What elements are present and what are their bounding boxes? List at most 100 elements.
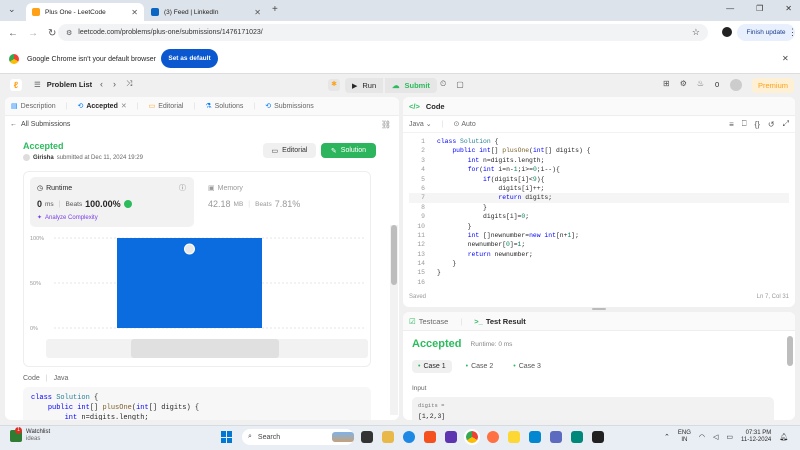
debug-icon[interactable]: ✱ <box>328 79 340 91</box>
linkedin-favicon-icon <box>151 8 159 16</box>
back-icon[interactable]: ← <box>8 28 18 39</box>
scrollbar-thumb[interactable] <box>391 225 397 285</box>
folder-icon[interactable] <box>508 431 520 443</box>
language-select[interactable]: Java ⌄ <box>409 120 432 129</box>
run-button[interactable]: ▶ Run <box>345 78 384 93</box>
battery-icon[interactable]: ▭ <box>726 433 733 441</box>
case-tab-3[interactable]: • Case 3 <box>507 360 547 373</box>
user-avatar[interactable] <box>730 79 742 91</box>
chrome-taskbar-icon[interactable] <box>464 429 480 445</box>
runtime-card[interactable]: ◷ Runtime ⓘ 0 ms | Beats 100.00% ✦ Analyze… <box>30 177 194 227</box>
edge-icon[interactable] <box>403 431 415 443</box>
notification-bell-icon[interactable]: 🔔︎ <box>779 433 788 441</box>
mode-label: Auto <box>461 120 476 128</box>
terminal-icon: >_ <box>474 316 483 326</box>
author-name[interactable]: Girisha <box>33 155 54 161</box>
chevron-up-icon[interactable]: ⌃ <box>664 433 670 441</box>
maximize-icon[interactable]: ❐ <box>756 4 763 13</box>
case-tab-1[interactable]: • Case 1 <box>412 360 452 373</box>
taskbar-search[interactable]: ⌕ Search <box>242 429 354 445</box>
result-scrollbar-thumb[interactable] <box>787 336 793 366</box>
set-as-default-button[interactable]: Set as default <box>161 49 218 68</box>
close-icon[interactable]: ✕ <box>131 8 138 17</box>
editorial-button[interactable]: ▭ Editorial <box>263 143 316 158</box>
wifi-icon[interactable]: ◠ <box>699 433 705 441</box>
all-submissions-link[interactable]: ← All Submissions <box>10 121 70 128</box>
chevron-down-icon: ⌄ <box>425 121 432 128</box>
prev-problem-icon[interactable]: ‹ <box>100 79 103 89</box>
tab-submissions[interactable]: ⟲ Submissions <box>265 102 314 111</box>
tab-accepted[interactable]: ⟲ Accepted ✕ <box>77 102 127 111</box>
minimize-icon[interactable]: — <box>726 4 734 13</box>
tab-leetcode[interactable]: Plus One - LeetCode ✕ <box>26 3 144 21</box>
forward-icon[interactable]: → <box>28 28 38 39</box>
reset-icon[interactable]: ↺ <box>768 120 775 129</box>
reload-icon[interactable]: ↻ <box>48 28 56 39</box>
braces-icon[interactable]: {} <box>755 120 760 129</box>
leetcode-logo-icon[interactable]: ℓ <box>10 79 22 91</box>
streak-fire-icon[interactable]: ♨ <box>697 79 704 88</box>
menu-kebab-icon[interactable]: ⋮ <box>788 27 797 38</box>
infobar-message: Google Chrome isn't your default browser <box>27 55 156 63</box>
fullscreen-icon[interactable]: ⤢ <box>783 119 789 129</box>
tab-label: Description <box>20 102 56 110</box>
search-highlight-image <box>332 432 354 442</box>
tab-testcase[interactable]: ☑ Testcase <box>409 317 448 326</box>
tab-linkedin[interactable]: (3) Feed | LinkedIn ✕ <box>145 3 267 21</box>
slider-window[interactable] <box>131 339 279 358</box>
analyze-complexity-link[interactable]: ✦ Analyze Complexity <box>37 214 98 222</box>
site-info-icon[interactable]: ⚙ <box>66 29 72 37</box>
case-tab-2[interactable]: • Case 2 <box>460 360 500 373</box>
bookmark-star-icon[interactable]: ☆ <box>692 27 700 38</box>
code-line: 13 return newnumber; <box>417 250 533 258</box>
memory-label: Memory <box>217 184 243 192</box>
memory-card[interactable]: ▣ Memory 42.18 MB | Beats 7.81% <box>203 177 363 227</box>
watchlist-widget[interactable]: 1 Watchlist ideas <box>10 427 50 443</box>
tab-description[interactable]: ▤ Description <box>11 102 56 111</box>
close-icon[interactable]: ✕ <box>254 8 261 17</box>
auto-mode-toggle[interactable]: ⊙ Auto <box>454 120 476 129</box>
close-window-icon[interactable]: ✕ <box>785 4 792 13</box>
layout-icon[interactable]: ⊞ <box>663 79 670 88</box>
clock[interactable]: 07:31 PM 11-12-2024 <box>741 430 771 444</box>
new-tab-button[interactable]: + <box>272 4 278 15</box>
panel-resize-handle[interactable] <box>592 308 606 310</box>
timer-icon[interactable]: ⏲ <box>440 79 446 89</box>
language-indicator[interactable]: ENG IN <box>678 430 691 444</box>
next-problem-icon[interactable]: › <box>113 79 116 89</box>
tab-search-icon[interactable]: ⌄ <box>8 4 16 15</box>
windows-start-icon[interactable] <box>221 431 233 443</box>
teams-icon[interactable] <box>550 431 562 443</box>
infobar-close-icon[interactable]: ✕ <box>782 54 789 63</box>
omnibox[interactable]: ⚙ leetcode.com/problems/plus-one/submiss… <box>58 24 708 41</box>
outlook-icon[interactable] <box>529 431 541 443</box>
left-scrollbar[interactable] <box>390 225 398 415</box>
file-explorer-icon[interactable] <box>382 431 394 443</box>
profile-avatar[interactable] <box>722 27 732 37</box>
close-tab-icon[interactable]: ✕ <box>121 102 127 110</box>
problem-list-link[interactable]: ☰ Problem List <box>34 80 92 89</box>
volume-icon[interactable]: ◁ <box>713 433 718 441</box>
task-view-icon[interactable] <box>361 431 373 443</box>
finish-update-button[interactable]: Finish update <box>737 24 795 41</box>
wps-icon[interactable] <box>592 431 604 443</box>
tab-editorial[interactable]: ▭ Editorial <box>149 102 184 111</box>
app-icon[interactable] <box>571 431 583 443</box>
submit-button[interactable]: ☁ Submit <box>385 78 437 93</box>
info-icon[interactable]: ⓘ <box>179 183 186 193</box>
settings-gear-icon[interactable]: ⚙ <box>680 79 687 88</box>
office-icon[interactable] <box>424 431 436 443</box>
store-icon[interactable] <box>445 431 457 443</box>
premium-button[interactable]: Premium <box>752 78 794 93</box>
shuffle-icon[interactable]: ⤨ <box>126 79 132 89</box>
solution-button[interactable]: ✎ Solution <box>321 143 376 158</box>
chart-range-slider[interactable] <box>46 339 368 358</box>
link-icon[interactable]: ⛓ <box>381 120 391 129</box>
bookmark-icon[interactable]: ⎕ <box>742 119 747 129</box>
tab-solutions[interactable]: ⚗ Solutions <box>205 102 243 111</box>
notes-icon[interactable]: ▢ <box>456 80 464 89</box>
firefox-icon[interactable] <box>487 431 499 443</box>
format-icon[interactable]: ≡ <box>729 120 734 129</box>
code-area[interactable]: 1 class Solution { 2 public int[] plusOne… <box>409 137 789 284</box>
tab-test-result[interactable]: >_ Test Result <box>474 317 525 326</box>
